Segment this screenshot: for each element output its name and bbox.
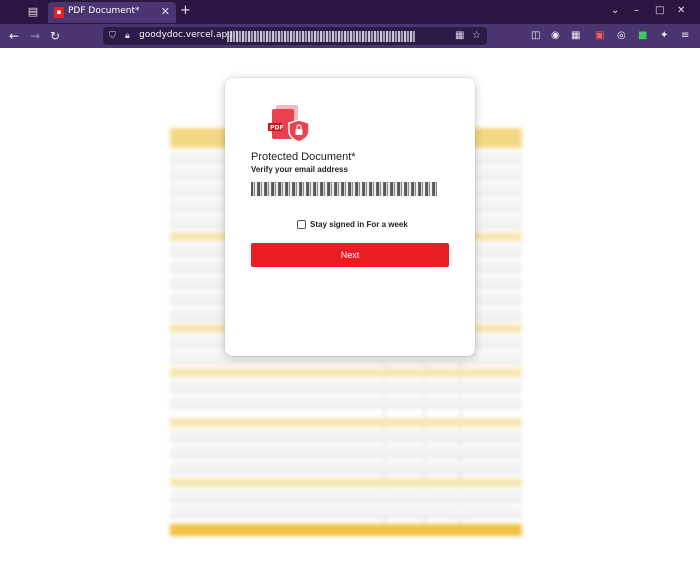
extension-circle-icon[interactable]: ◎ bbox=[617, 29, 626, 43]
next-button[interactable]: Next bbox=[251, 243, 449, 267]
dialog-title: Protected Document* bbox=[251, 151, 356, 163]
tab-pdf-document[interactable]: ▪ PDF Document* ✕ bbox=[48, 2, 176, 23]
bg-section bbox=[170, 478, 522, 487]
minimize-icon[interactable]: – bbox=[634, 5, 639, 17]
bg-row bbox=[170, 462, 522, 474]
page-viewport: PDF Protected Document* Verify your emai… bbox=[0, 48, 700, 580]
bg-row bbox=[170, 430, 522, 442]
dialog-subtitle: Verify your email address bbox=[251, 165, 348, 174]
url-text[interactable]: goodydoc.vercel.app/ bbox=[139, 30, 236, 40]
account-icon[interactable]: ◉ bbox=[551, 29, 560, 43]
pocket-icon[interactable]: ◫ bbox=[531, 29, 540, 43]
tab-title: PDF Document* bbox=[68, 6, 140, 16]
shield-icon[interactable]: ⛉ bbox=[109, 30, 116, 42]
reload-icon[interactable]: ↻ bbox=[50, 29, 60, 43]
maximize-icon[interactable]: □ bbox=[655, 5, 664, 17]
pdf-favicon-icon: ▪ bbox=[54, 7, 64, 18]
extension-badge-icon[interactable]: ▣ bbox=[595, 29, 604, 43]
url-bar[interactable]: ⛉ 🔒︎ goodydoc.vercel.app/ ▦ ☆ bbox=[103, 27, 487, 45]
extension-green-icon[interactable]: ■ bbox=[638, 29, 647, 43]
list-all-tabs-icon[interactable]: ⌄ bbox=[611, 5, 619, 17]
close-window-icon[interactable]: ✕ bbox=[677, 5, 685, 17]
tab-list-icon[interactable]: ▤ bbox=[26, 5, 40, 19]
lock-icon[interactable]: 🔒︎ bbox=[125, 30, 130, 42]
menu-icon[interactable]: ≡ bbox=[681, 29, 689, 43]
reader-view-icon[interactable]: ▦ bbox=[455, 30, 464, 42]
email-field[interactable] bbox=[251, 182, 437, 196]
bg-section bbox=[170, 418, 522, 427]
bg-table-footer bbox=[170, 524, 522, 536]
svg-text:PDF: PDF bbox=[270, 125, 283, 132]
puzzle-extensions-icon[interactable]: ✦ bbox=[660, 29, 668, 43]
pdf-lock-icon: PDF bbox=[268, 105, 310, 143]
new-tab-icon[interactable]: + bbox=[180, 4, 191, 18]
stay-signed-in-checkbox[interactable] bbox=[297, 220, 306, 229]
bg-row bbox=[170, 446, 522, 458]
bg-row bbox=[170, 506, 522, 518]
bg-section bbox=[170, 368, 522, 377]
back-icon[interactable]: ← bbox=[9, 29, 19, 43]
extensions-grid-icon[interactable]: ▦ bbox=[571, 29, 580, 43]
url-redacted-path bbox=[227, 31, 415, 42]
bookmark-star-icon[interactable]: ☆ bbox=[472, 30, 481, 42]
stay-signed-in-label: Stay signed in For a week bbox=[310, 220, 408, 229]
tab-bar: ▤ ▪ PDF Document* ✕ + ⌄ – □ ✕ bbox=[0, 0, 700, 24]
stay-signed-in-option[interactable]: Stay signed in For a week bbox=[297, 220, 408, 229]
nav-bar: ← → ↻ ⛉ 🔒︎ goodydoc.vercel.app/ ▦ ☆ ◫ ◉ … bbox=[0, 24, 700, 48]
bg-row bbox=[170, 396, 522, 408]
close-tab-icon[interactable]: ✕ bbox=[161, 5, 170, 18]
bg-row bbox=[170, 490, 522, 502]
bg-row bbox=[170, 380, 522, 392]
email-verification-dialog: PDF Protected Document* Verify your emai… bbox=[225, 78, 475, 356]
forward-icon[interactable]: → bbox=[30, 29, 40, 43]
